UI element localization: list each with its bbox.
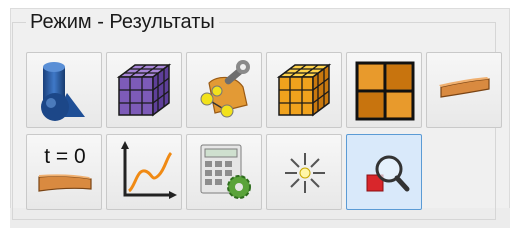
- mesh-cube-orange-icon: [276, 63, 332, 117]
- plot-button[interactable]: [106, 134, 182, 210]
- mesh-button[interactable]: [106, 52, 182, 128]
- geometry-button[interactable]: [26, 52, 102, 128]
- zoom-inspect-icon: [366, 155, 410, 192]
- initial-state-label: t = 0: [44, 145, 85, 168]
- light-sparkle-icon: [285, 153, 325, 193]
- deformed-beam-icon: [439, 77, 490, 98]
- plot-graph-icon: [121, 141, 177, 199]
- mesh-cube-purple-icon: [116, 63, 172, 117]
- calculator-settings-icon: [200, 144, 251, 199]
- deformed-beam-button[interactable]: [426, 52, 502, 128]
- initial-state-icon: t = 0: [38, 145, 92, 192]
- light-button[interactable]: [266, 134, 342, 210]
- physics-settings-wrench-icon: [200, 60, 250, 118]
- mesh-grid-button[interactable]: [346, 52, 422, 128]
- mesh-results-button[interactable]: [266, 52, 342, 128]
- initial-state-button[interactable]: t = 0: [26, 134, 102, 210]
- mesh-grid-icon: [355, 61, 415, 121]
- zoom-inspect-button[interactable]: [346, 134, 422, 210]
- group-title: Режим - Результаты: [26, 10, 219, 34]
- physics-settings-button[interactable]: [186, 52, 262, 128]
- calculator-settings-button[interactable]: [186, 134, 262, 210]
- geometry-shapes-icon: [41, 62, 85, 121]
